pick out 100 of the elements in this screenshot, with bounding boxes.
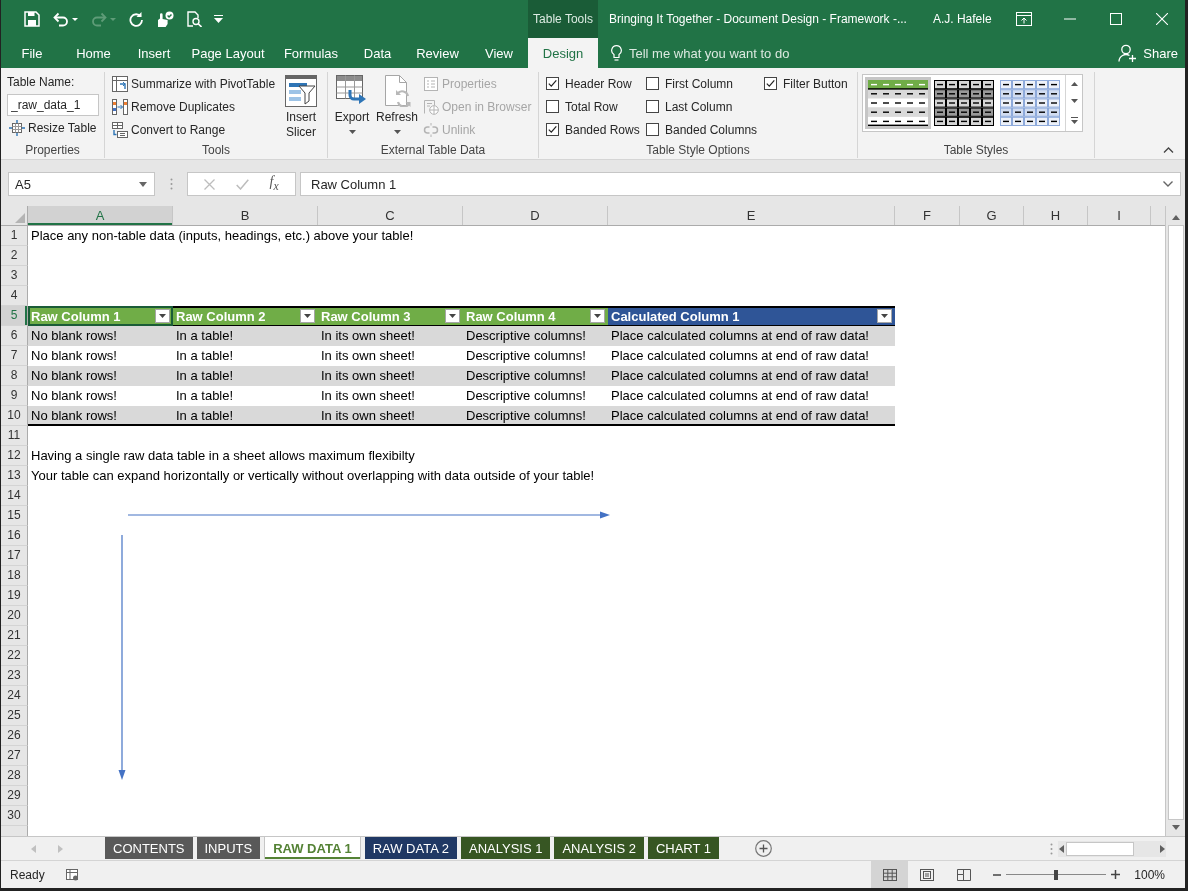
row-header[interactable]: 28 — [1, 766, 28, 786]
caret-icon[interactable] — [139, 181, 147, 187]
column-header[interactable]: I — [1088, 206, 1151, 225]
row-header[interactable]: 7 — [1, 346, 28, 366]
row-header[interactable]: 6 — [1, 326, 28, 346]
sheet-tab[interactable]: RAW DATA 1 — [264, 837, 361, 859]
split-button[interactable]: Refresh — [375, 72, 419, 142]
row-header[interactable]: 8 — [1, 366, 28, 386]
row-header[interactable]: 15 — [1, 506, 28, 526]
row-header[interactable]: 21 — [1, 626, 28, 646]
row-header[interactable]: 30 — [1, 806, 28, 826]
column-header[interactable]: A — [28, 206, 173, 225]
circular-arrow-icon[interactable] — [128, 11, 144, 27]
row-header[interactable]: 16 — [1, 526, 28, 546]
row-header[interactable]: 1 — [1, 226, 28, 246]
row-header[interactable]: 27 — [1, 746, 28, 766]
sheet-tab[interactable]: RAW DATA 2 — [364, 837, 457, 859]
checkbox-option[interactable]: Total Row — [546, 96, 618, 117]
horizontal-scrollbar[interactable] — [1058, 840, 1166, 857]
column-header[interactable]: E — [608, 206, 895, 225]
split-button[interactable]: Export — [331, 72, 373, 142]
maximize-icon[interactable] — [1110, 13, 1122, 25]
ribbon-tab[interactable]: Page Layout — [184, 38, 272, 68]
column-header[interactable]: D — [463, 206, 608, 225]
column-header[interactable]: F — [895, 206, 960, 225]
zoom-percent-button[interactable]: 100% — [1134, 867, 1165, 882]
row-header[interactable]: 23 — [1, 666, 28, 686]
row-header[interactable]: 24 — [1, 686, 28, 706]
scroll-down-icon[interactable] — [1171, 825, 1180, 830]
split-dots-icon[interactable] — [1050, 842, 1053, 855]
scroll-up-icon[interactable] — [1171, 215, 1180, 220]
ribbon-tab[interactable]: Formulas — [272, 38, 350, 68]
column-header[interactable]: H — [1024, 206, 1088, 225]
ribbon-tab[interactable]: File — [1, 38, 63, 68]
hand-icon[interactable] — [156, 11, 174, 27]
checkbox-option[interactable]: Banded Columns — [646, 119, 758, 140]
sheet-tab[interactable]: ANALYSIS 1 — [461, 837, 551, 859]
command-button[interactable]: Remove Duplicates — [110, 95, 238, 118]
checkbox-option[interactable]: Banded Rows — [546, 119, 640, 140]
print-preview-icon[interactable] — [186, 11, 202, 27]
resize-table-button[interactable]: Resize Table — [7, 118, 99, 138]
row-header[interactable]: 3 — [1, 266, 28, 286]
filter-button[interactable] — [155, 309, 170, 323]
save-icon[interactable] — [24, 11, 40, 27]
filter-button[interactable] — [300, 309, 315, 323]
close-icon[interactable] — [1156, 13, 1168, 25]
row-header[interactable]: 10 — [1, 406, 28, 426]
chevron-down-icon[interactable] — [1163, 181, 1173, 187]
ribbon-tab[interactable]: Design — [528, 38, 598, 68]
tell-me-field[interactable]: Tell me what you want to do — [629, 45, 829, 61]
view-button[interactable] — [871, 861, 909, 888]
checkbox-option[interactable]: Filter Button — [764, 73, 848, 94]
zoom-out-icon[interactable] — [993, 873, 1002, 876]
row-header[interactable]: 17 — [1, 546, 28, 566]
ribbon-tab[interactable]: Insert — [124, 38, 184, 68]
row-header[interactable]: 12 — [1, 446, 28, 466]
add-sheet-icon[interactable] — [755, 840, 773, 857]
checkbox-option[interactable]: Last Column — [646, 96, 733, 117]
row-header[interactable]: 29 — [1, 786, 28, 806]
row-header[interactable]: 22 — [1, 646, 28, 666]
row-header[interactable]: 9 — [1, 386, 28, 406]
sheet-tab[interactable]: CHART 1 — [647, 837, 720, 859]
ribbon-tab[interactable]: Review — [405, 38, 470, 68]
column-header[interactable]: B — [173, 206, 318, 225]
enter-check-icon[interactable] — [235, 178, 249, 190]
scrollbar-thumb[interactable] — [1167, 225, 1184, 820]
macro-record-icon[interactable] — [65, 868, 79, 881]
filter-button[interactable] — [445, 309, 460, 323]
row-header[interactable]: 25 — [1, 706, 28, 726]
scroll-right-icon[interactable] — [1160, 844, 1165, 853]
row-header[interactable]: 13 — [1, 466, 28, 486]
more-styles-icon[interactable] — [1070, 117, 1078, 125]
user-name[interactable]: A.J. Hafele — [932, 0, 992, 38]
ribbon-tab[interactable]: View — [470, 38, 528, 68]
filter-button[interactable] — [877, 309, 892, 323]
row-header[interactable]: 14 — [1, 486, 28, 506]
collapse-ribbon-icon[interactable] — [1163, 147, 1174, 153]
row-header[interactable]: 19 — [1, 586, 28, 606]
vertical-scrollbar[interactable] — [1166, 206, 1185, 836]
sheet-tab[interactable]: INPUTS — [196, 837, 261, 859]
sheet-tab[interactable]: ANALYSIS 2 — [554, 837, 644, 859]
scroll-down-icon[interactable] — [1070, 99, 1078, 104]
row-header[interactable]: 2 — [1, 246, 28, 266]
zoom-in-icon[interactable] — [1111, 870, 1121, 879]
row-header[interactable]: 18 — [1, 566, 28, 586]
checkbox-option[interactable]: Header Row — [546, 73, 632, 94]
row-header[interactable]: 4 — [1, 286, 28, 306]
column-header[interactable]: G — [960, 206, 1024, 225]
row-header[interactable]: 20 — [1, 606, 28, 626]
insert-slicer-button[interactable]: Insert Slicer — [280, 72, 322, 142]
row-header[interactable]: 11 — [1, 426, 28, 446]
undo-icon[interactable] — [52, 11, 78, 27]
sheet-tab[interactable]: CONTENTS — [105, 837, 193, 859]
insert-function-button[interactable]: f$_{x}$ — [269, 173, 279, 195]
scroll-up-icon[interactable] — [1070, 81, 1078, 86]
filter-button[interactable] — [590, 309, 605, 323]
zoom-slider-thumb[interactable] — [1054, 869, 1059, 880]
ribbon-tab[interactable]: Data — [350, 38, 405, 68]
share-button[interactable]: Share — [1118, 38, 1178, 68]
scrollbar-thumb[interactable] — [1066, 841, 1134, 856]
